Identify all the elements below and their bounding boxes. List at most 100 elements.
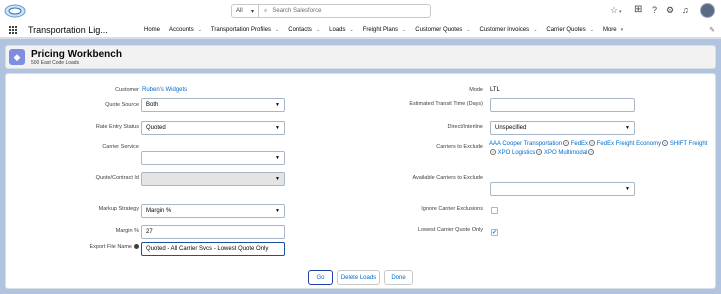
rate-entry-select[interactable]: Quoted ▼ <box>141 121 285 135</box>
carriers-exclude-label: Carriers to Exclude <box>436 144 483 150</box>
markup-strategy-label: Markup Strategy <box>98 206 139 212</box>
nav-item-carrier-quotes[interactable]: Carrier Quotes ⌄ <box>546 27 594 33</box>
lowest-quote-label: Lowest Carrier Quote Only <box>417 227 483 233</box>
page-title: Pricing Workbench <box>31 49 122 60</box>
chevron-down-icon[interactable]: ⌄ <box>198 27 202 33</box>
customer-link[interactable]: Ruben's Widgets <box>142 87 187 93</box>
direct-interline-label: Direct/Interline <box>447 124 483 130</box>
global-header: All ▾ ⌕ Search Salesforce ☆ ▾ ⊞ ? ⚙ ♫ <box>0 0 721 22</box>
excluded-carrier[interactable]: AAA Cooper Transportation × <box>489 140 570 147</box>
chevron-down-icon[interactable]: ⌄ <box>466 27 470 33</box>
chevron-down-icon[interactable]: ⌄ <box>590 27 594 33</box>
chevron-down-icon: ▼ <box>625 125 630 131</box>
chevron-down-icon: ▼ <box>275 176 280 182</box>
go-button[interactable]: Go <box>308 270 333 285</box>
app-logo-icon[interactable] <box>4 3 26 19</box>
chevron-down-icon: ▾ <box>620 26 624 33</box>
margin-input[interactable]: 27 <box>141 225 285 239</box>
chevron-down-icon: ▾ <box>250 8 254 15</box>
favorites-chevron-icon[interactable]: ▾ <box>619 7 622 17</box>
carrier-service-label: Carrier Service <box>102 144 139 150</box>
nav-item-label: Contacts <box>288 26 312 33</box>
page-header: ◆ Pricing Workbench 500 East Code Loads <box>5 45 716 69</box>
chevron-down-icon[interactable]: ⌄ <box>533 27 537 33</box>
nav-item-label: Carrier Quotes <box>546 26 586 33</box>
plus-icon[interactable]: ⊞ <box>634 5 642 15</box>
remove-icon[interactable]: × <box>536 149 543 156</box>
nav-item-accounts[interactable]: Accounts ⌄ <box>169 27 202 33</box>
chevron-down-icon[interactable]: ⌄ <box>316 27 320 33</box>
excluded-carrier-name: SHIFT Freight <box>669 141 708 147</box>
app-name: Transportation Lig... <box>28 24 108 35</box>
delete-loads-label: Delete Loads <box>340 274 377 281</box>
nav-item-freight-plans[interactable]: Freight Plans ⌄ <box>363 27 407 33</box>
excluded-carrier[interactable]: FedEx Freight Economy × <box>597 140 669 147</box>
remove-icon[interactable]: × <box>563 140 570 147</box>
search-icon: ⌕ <box>264 7 268 14</box>
done-button[interactable]: Done <box>384 270 413 285</box>
star-icon[interactable]: ☆ <box>610 5 618 15</box>
quote-source-select[interactable]: Both ▼ <box>141 98 285 112</box>
pricing-form-card: Customer Ruben's Widgets Quote Source Bo… <box>5 73 716 289</box>
excluded-carrier[interactable]: FedEx × <box>571 140 596 147</box>
chevron-down-icon[interactable]: ⌄ <box>350 27 354 33</box>
chevron-down-icon: ▼ <box>625 186 630 192</box>
help-icon[interactable]: ? <box>652 5 657 15</box>
bell-icon[interactable]: ♫ <box>682 5 689 15</box>
remove-icon[interactable]: × <box>589 140 596 147</box>
markup-strategy-select[interactable]: Margin % ▼ <box>141 204 285 218</box>
excluded-carrier[interactable]: XPO Logistics × <box>498 149 543 156</box>
nav-item-label: Accounts <box>169 26 194 33</box>
available-carriers-select[interactable]: ▼ <box>490 182 635 196</box>
rate-entry-value: Quoted <box>146 125 166 131</box>
markup-strategy-value: Margin % <box>146 208 172 214</box>
export-file-value: Quoted - All Carrier Svcs - Lowest Quote… <box>146 246 269 252</box>
app-launcher-icon[interactable] <box>4 22 22 37</box>
nav-item-transportation-profiles[interactable]: Transportation Profiles ⌄ <box>211 27 279 33</box>
direct-interline-value: Unspecified <box>495 125 527 131</box>
delete-loads-button[interactable]: Delete Loads <box>337 270 380 285</box>
global-search: All ▾ ⌕ Search Salesforce <box>231 4 431 18</box>
search-scope-select[interactable]: All ▾ <box>232 5 259 17</box>
chevron-down-icon[interactable]: ⌄ <box>402 27 406 33</box>
nav-item-customer-quotes[interactable]: Customer Quotes ⌄ <box>415 27 470 33</box>
avatar[interactable] <box>700 3 715 18</box>
nav-item-more[interactable]: More ▾ <box>603 27 623 33</box>
quote-source-label: Quote Source <box>105 102 139 108</box>
info-icon[interactable] <box>134 244 139 250</box>
quote-contract-select: ▼ <box>141 172 285 186</box>
carrier-service-select[interactable]: ▼ <box>141 151 285 165</box>
mode-value: LTL <box>490 87 500 93</box>
search-placeholder: Search Salesforce <box>272 8 322 14</box>
nav-item-customer-invoices[interactable]: Customer Invoices ⌄ <box>480 27 538 33</box>
chevron-down-icon: ▼ <box>275 102 280 108</box>
nav-item-label: More <box>602 26 617 33</box>
remove-icon[interactable]: × <box>490 149 496 156</box>
done-label: Done <box>391 274 406 281</box>
ignore-exclusions-checkbox[interactable] <box>491 207 498 214</box>
nav-item-home[interactable]: Home <box>144 27 160 33</box>
excluded-carrier[interactable]: XPO Multimodal × <box>544 149 595 156</box>
nav-item-label: Freight Plans <box>362 26 399 33</box>
gear-icon[interactable]: ⚙ <box>666 5 674 15</box>
chevron-down-icon[interactable]: ⌄ <box>275 27 279 33</box>
lowest-quote-checkbox[interactable]: ✔ <box>491 229 498 236</box>
nav-item-loads[interactable]: Loads ⌄ <box>329 27 354 33</box>
chevron-down-icon: ▼ <box>275 155 280 161</box>
excluded-carrier-name: AAA Cooper Transportation <box>489 141 563 147</box>
search-input[interactable]: ⌕ Search Salesforce <box>259 8 430 15</box>
transit-time-input[interactable] <box>490 98 635 112</box>
nav-item-label: Customer Invoices <box>479 26 530 33</box>
excluded-carriers-list: AAA Cooper Transportation × FedEx × FedEx … <box>489 140 709 158</box>
available-carriers-label: Available Carriers to Exclude <box>412 175 483 181</box>
direct-interline-select[interactable]: Unspecified ▼ <box>490 121 635 135</box>
excluded-carrier-name: XPO Multimodal <box>544 150 588 156</box>
pencil-icon[interactable]: ✎ <box>709 26 715 34</box>
ignore-exclusions-label: Ignore Carrier Exclusions <box>421 206 483 212</box>
nav-item-contacts[interactable]: Contacts ⌄ <box>288 27 320 33</box>
remove-icon[interactable]: × <box>662 140 669 147</box>
nav-item-label: Customer Quotes <box>415 26 463 33</box>
remove-icon[interactable]: × <box>588 149 595 156</box>
customer-label: Customer <box>115 87 139 93</box>
export-file-input[interactable]: Quoted - All Carrier Svcs - Lowest Quote… <box>141 242 285 256</box>
